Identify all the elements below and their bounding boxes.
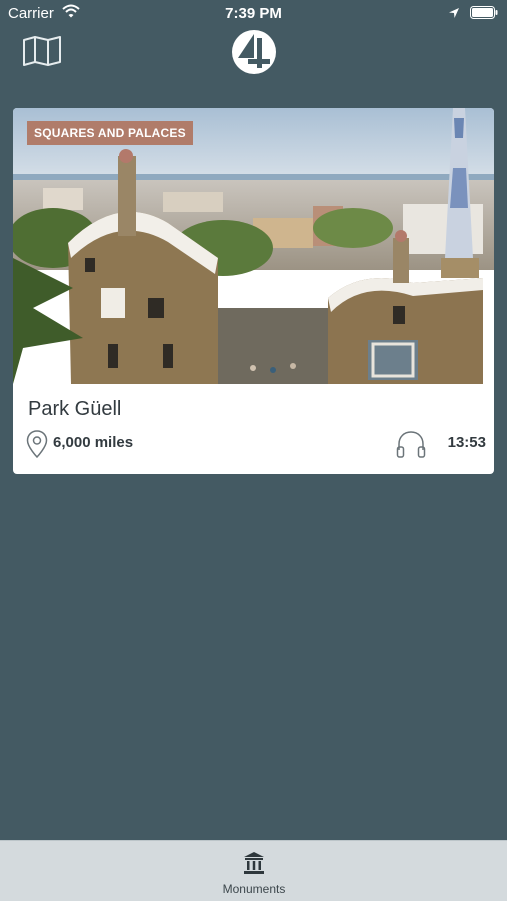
category-badge: SQUARES AND PALACES [27,121,193,145]
status-bar: Carrier 7:39 PM [0,0,507,28]
tab-monuments[interactable]: Monuments [203,841,305,901]
clock: 7:39 PM [225,5,282,22]
battery-icon [470,6,498,23]
location-pin-icon [26,430,48,463]
monument-icon [243,851,265,880]
nav-bar [0,28,507,84]
audio-duration-info: 13:53 [396,430,486,458]
map-button[interactable] [22,36,66,70]
app-logo [230,28,278,76]
place-title: Park Güell [28,398,122,420]
map-icon [22,36,62,70]
place-card[interactable]: SQUARES AND PALACES Park Güell 6,000 mil… [13,108,494,474]
tab-monuments-label: Monuments [222,882,286,896]
distance-value: 6,000 miles [53,434,134,451]
tab-bar: Monuments [0,840,507,901]
location-arrow-icon [448,6,460,23]
place-photo [13,108,494,384]
duration-value: 13:53 [447,434,486,451]
headphones-icon [396,430,426,463]
